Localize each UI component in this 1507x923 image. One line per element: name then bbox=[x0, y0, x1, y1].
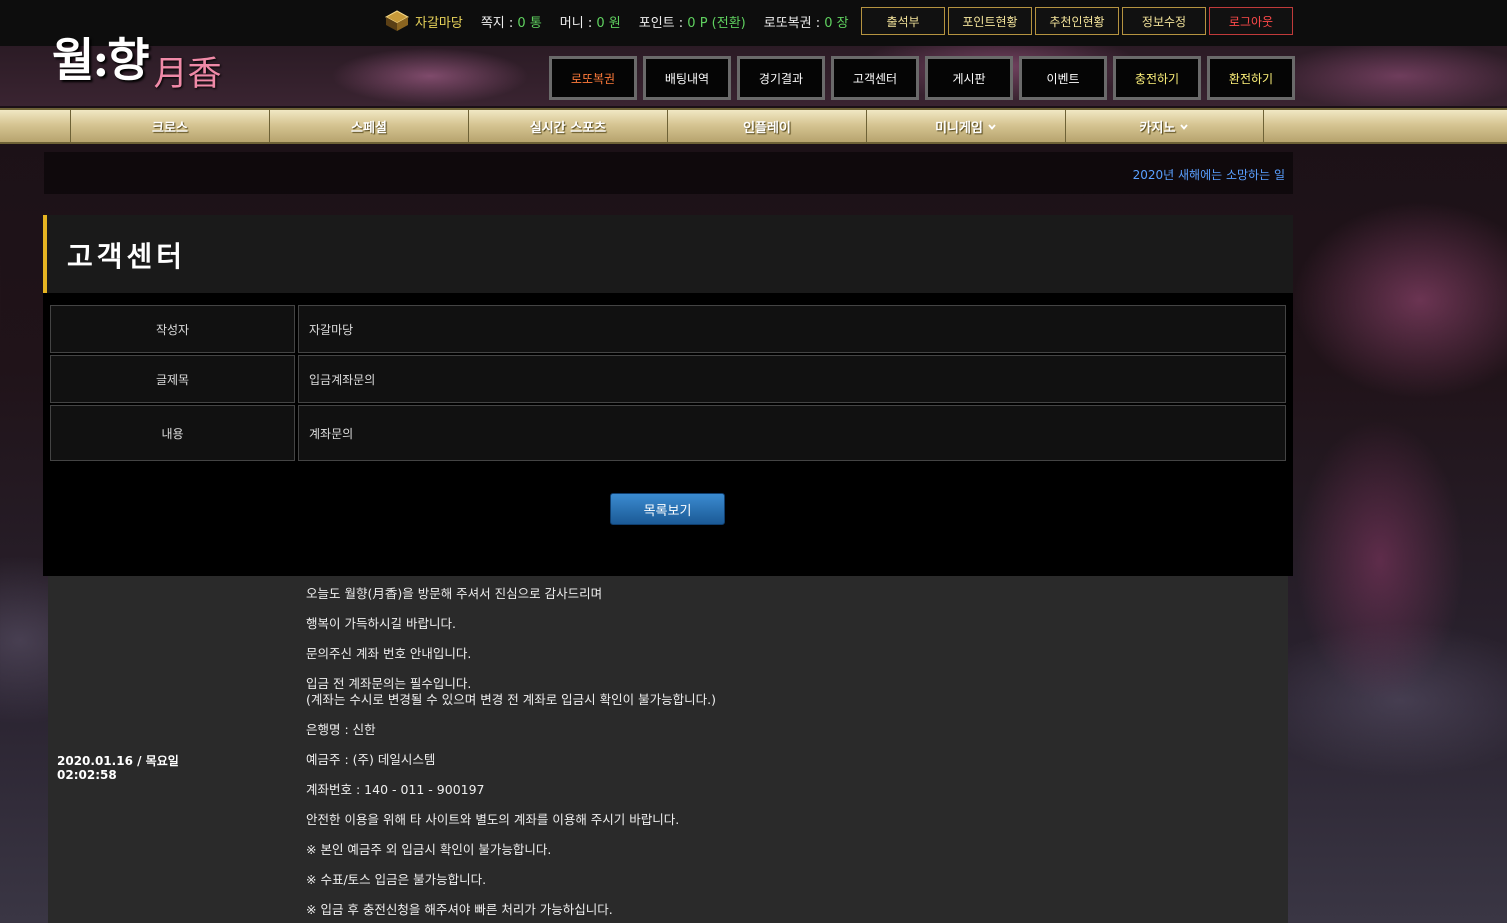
content-label: 내용 bbox=[50, 405, 295, 461]
reply-paragraph: 입금 전 계좌문의는 필수입니다. (계좌는 수시로 변경될 수 있으며 변경 … bbox=[306, 676, 716, 707]
chevron-down-icon bbox=[987, 121, 997, 131]
match-results-button[interactable]: 경기결과 bbox=[737, 56, 825, 100]
subject-row: 글제목 입금계좌문의 bbox=[50, 355, 1286, 403]
messages-stat[interactable]: 쪽지 : 0 통 bbox=[481, 12, 542, 31]
referral-status-button[interactable]: 추천인현황 bbox=[1035, 7, 1119, 35]
user-info-bar: 자갈마당 쪽지 : 0 통 머니 : 0 원 포인트 : 0 P (전환) 로또… bbox=[384, 10, 849, 32]
reply-paragraph: 계좌번호 : 140 - 011 - 900197 bbox=[306, 782, 485, 797]
lotto-button[interactable]: 로또복권 bbox=[549, 56, 637, 100]
deposit-button[interactable]: 충전하기 bbox=[1113, 56, 1201, 100]
lotto-stat: 로또복권 : 0 장 bbox=[764, 12, 849, 31]
customer-center-button[interactable]: 고객센터 bbox=[831, 56, 919, 100]
subject-value: 입금계좌문의 bbox=[298, 355, 1286, 403]
menu-item-label: 크로스 bbox=[152, 120, 188, 136]
game-menu-bar: 크로스 스페셜 실시간 스포츠 인플레이 미니게임 카지노 bbox=[0, 108, 1507, 144]
reply-datetime: 2020.01.16 / 목요일 02:02:58 bbox=[57, 754, 179, 782]
site-logo[interactable]: 월:향 月香 bbox=[52, 10, 222, 94]
page-title: 고객센터 bbox=[67, 240, 187, 273]
money-label: 머니 : bbox=[559, 15, 593, 31]
username[interactable]: 자갈마당 bbox=[415, 12, 463, 31]
menu-item-label: 실시간 스포츠 bbox=[529, 120, 607, 136]
reply-body: 오늘도 월향(月香)을 방문해 주셔서 진심으로 감사드리며 행복이 가득하시길… bbox=[306, 586, 1266, 923]
menu-item-inplay[interactable]: 인플레이 bbox=[667, 110, 866, 142]
points-stat[interactable]: 포인트 : 0 P (전환) bbox=[639, 12, 746, 31]
game-menu: 크로스 스페셜 실시간 스포츠 인플레이 미니게임 카지노 bbox=[70, 110, 1264, 142]
edit-profile-button[interactable]: 정보수정 bbox=[1122, 7, 1206, 35]
attendance-button[interactable]: 출석부 bbox=[861, 7, 945, 35]
money-stat: 머니 : 0 원 bbox=[560, 12, 621, 31]
post-detail: 작성자 자갈마당 글제목 입금계좌문의 내용 계좌문의 목록보기 bbox=[43, 293, 1293, 576]
menu-item-minigame[interactable]: 미니게임 bbox=[866, 110, 1065, 142]
logo-text: 월:향 bbox=[52, 33, 150, 87]
reply-paragraph: 행복이 가득하시길 바랍니다. bbox=[306, 616, 456, 631]
reply-paragraph: 은행명 : 신한 bbox=[306, 722, 376, 737]
lotto-label: 로또복권 : bbox=[763, 15, 821, 31]
list-view-button[interactable]: 목록보기 bbox=[610, 493, 725, 525]
withdraw-button[interactable]: 환전하기 bbox=[1207, 56, 1295, 100]
reply-time: 02:02:58 bbox=[57, 768, 117, 782]
messages-label: 쪽지 : bbox=[480, 15, 514, 31]
menu-item-cross[interactable]: 크로스 bbox=[70, 110, 269, 142]
author-value: 자갈마당 bbox=[298, 305, 1286, 353]
top-button-group: 출석부 포인트현황 추천인현황 정보수정 로그아웃 bbox=[861, 7, 1293, 35]
page-header: 고객센터 bbox=[43, 215, 1293, 293]
reply-paragraph: 오늘도 월향(月香)을 방문해 주셔서 진심으로 감사드리며 bbox=[306, 586, 603, 601]
subject-label: 글제목 bbox=[50, 355, 295, 403]
board-button[interactable]: 게시판 bbox=[925, 56, 1013, 100]
menu-item-casino[interactable]: 카지노 bbox=[1065, 110, 1264, 142]
messages-value: 0 통 bbox=[517, 15, 542, 31]
points-value[interactable]: 0 P (전환) bbox=[687, 16, 745, 31]
money-value: 0 원 bbox=[596, 15, 621, 31]
reply-paragraph: ※ 본인 예금주 외 입금시 확인이 불가능합니다. bbox=[306, 842, 552, 857]
reply-paragraph: 안전한 이용을 위해 타 사이트와 별도의 계좌를 이용해 주시기 바랍니다. bbox=[306, 812, 680, 827]
author-label: 작성자 bbox=[50, 305, 295, 353]
logout-button[interactable]: 로그아웃 bbox=[1209, 7, 1293, 35]
menu-item-special[interactable]: 스페셜 bbox=[269, 110, 468, 142]
content-row: 내용 계좌문의 bbox=[50, 405, 1286, 461]
author-row: 작성자 자갈마당 bbox=[50, 305, 1286, 353]
menu-item-label: 스페셜 bbox=[351, 120, 387, 136]
points-label: 포인트 : bbox=[638, 15, 684, 31]
event-button[interactable]: 이벤트 bbox=[1019, 56, 1107, 100]
chevron-down-icon bbox=[1179, 121, 1189, 131]
content-value: 계좌문의 bbox=[298, 405, 1286, 461]
reply-paragraph: ※ 입금 후 충전신청을 해주셔야 빠른 처리가 가능하십니다. bbox=[306, 902, 613, 917]
reply-paragraph: ※ 수표/토스 입금은 불가능합니다. bbox=[306, 872, 487, 887]
menu-item-label: 인플레이 bbox=[743, 120, 791, 136]
ticker-text[interactable]: 2020년 새해에는 소망하는 일 bbox=[1133, 166, 1285, 183]
admin-reply: 2020.01.16 / 목요일 02:02:58 오늘도 월향(月香)을 방문… bbox=[48, 576, 1288, 923]
level-badge-icon bbox=[384, 10, 410, 32]
menu-item-label: 카지노 bbox=[1139, 120, 1176, 136]
main-button-group: 로또복권 배팅내역 경기결과 고객센터 게시판 이벤트 충전하기 환전하기 bbox=[549, 56, 1295, 100]
logo-hanja: 月香 bbox=[153, 53, 222, 94]
betting-history-button[interactable]: 배팅내역 bbox=[643, 56, 731, 100]
lotto-value: 0 장 bbox=[824, 15, 849, 31]
menu-item-label: 미니게임 bbox=[935, 120, 983, 136]
notice-ticker: 2020년 새해에는 소망하는 일 bbox=[44, 152, 1293, 194]
reply-paragraph: 문의주신 계좌 번호 안내입니다. bbox=[306, 646, 472, 661]
reply-paragraph: 예금주 : (주) 데일시스템 bbox=[306, 752, 436, 767]
point-status-button[interactable]: 포인트현황 bbox=[948, 7, 1032, 35]
menu-item-live-sports[interactable]: 실시간 스포츠 bbox=[468, 110, 667, 142]
reply-date: 2020.01.16 / 목요일 bbox=[57, 754, 179, 768]
